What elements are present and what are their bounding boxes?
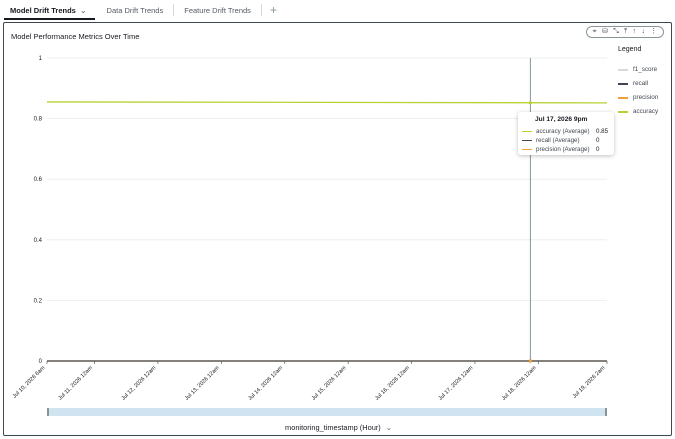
- legend-label: f1_score: [633, 66, 658, 73]
- hover-point-precision: [528, 359, 532, 363]
- x-axis-ticks: Jul 10, 2026 6am Jul 11, 2026 12am Jul 12,…: [12, 360, 608, 402]
- x-axis-field-well[interactable]: monitoring_timestamp (Hour) ⌄: [4, 423, 673, 432]
- x-tick-label: Jul 19, 2026 2am: [572, 365, 607, 400]
- y-tick-label: 0: [39, 359, 43, 365]
- x-tick-label: Jul 14, 2026 12am: [247, 365, 284, 402]
- legend-item-recall[interactable]: recall: [618, 80, 648, 87]
- tooltip-swatch: [522, 139, 532, 142]
- legend-swatch: [618, 68, 628, 71]
- tooltip-row: precision (Average) 0: [522, 146, 610, 153]
- tab-label: Model Drift Trends: [10, 5, 76, 15]
- tooltip-swatch: [522, 148, 532, 151]
- tab-feature-drift-trends[interactable]: Feature Drift Trends: [174, 0, 261, 20]
- y-tick-label: 0.6: [34, 177, 43, 183]
- add-sheet-button[interactable]: +: [262, 3, 285, 17]
- x-tick-label: Jul 18, 2026 12am: [501, 365, 538, 402]
- tab-data-drift-trends[interactable]: Data Drift Trends: [97, 0, 174, 20]
- x-tick-label: Jul 16, 2026 12am: [374, 365, 411, 402]
- legend-item-accuracy[interactable]: accuracy: [618, 108, 658, 115]
- tooltip-row: recall (Average) 0: [522, 137, 610, 144]
- tab-model-drift-trends[interactable]: Model Drift Trends ⌄: [0, 0, 97, 20]
- tooltip-row-value: 0: [596, 137, 600, 144]
- tab-label: Feature Drift Trends: [184, 5, 251, 15]
- line-chart-visual[interactable]: Model Performance Metrics Over Time ⌖ ⛁ …: [3, 22, 672, 436]
- series-line-accuracy: [46, 101, 608, 104]
- y-tick-label: 0.8: [34, 117, 43, 123]
- legend-swatch: [618, 96, 628, 99]
- x-tick-label: Jul 13, 2026 12am: [184, 365, 221, 402]
- chart-canvas: 0 0.2 0.4 0.6 0.8 1 Jul 10, 2026 6am Jul 11, 2…: [12, 56, 608, 402]
- x-tick-label: Jul 10, 2026 6am: [12, 365, 47, 400]
- tooltip-row-name: recall (Average): [536, 137, 580, 144]
- tooltip-header: Jul 17, 2026 9pm: [535, 116, 588, 123]
- legend-item-precision[interactable]: precision: [618, 94, 658, 101]
- y-tick-label: 0.2: [34, 298, 43, 304]
- tooltip-row-name: precision (Average): [536, 146, 590, 153]
- chart-range-scrollbar[interactable]: [47, 408, 607, 416]
- hover-point-accuracy: [528, 101, 532, 105]
- x-tick-label: Jul 12, 2026 12am: [121, 365, 158, 402]
- tooltip-row-value: 0.85: [596, 128, 609, 135]
- scroll-handle-left[interactable]: [47, 408, 49, 416]
- legend-label: recall: [633, 80, 649, 87]
- chart-tooltip: Jul 17, 2026 9pm accuracy (Average) 0.85…: [518, 112, 614, 155]
- tooltip-swatch: [522, 130, 532, 133]
- legend-item-f1-score[interactable]: f1_score: [618, 66, 657, 73]
- x-axis-title: monitoring_timestamp (Hour): [285, 423, 381, 432]
- chevron-down-icon[interactable]: ⌄: [386, 423, 392, 432]
- chevron-down-icon[interactable]: ⌄: [80, 6, 87, 15]
- y-axis-ticks: 0 0.2 0.4 0.6 0.8 1: [34, 56, 43, 365]
- legend-label: precision: [633, 94, 659, 101]
- y-tick-label: 1: [39, 56, 43, 62]
- x-tick-label: Jul 15, 2026 12am: [311, 365, 348, 402]
- legend-swatch: [618, 82, 628, 85]
- x-tick-label: Jul 17, 2026 12am: [438, 365, 475, 402]
- legend-title: Legend: [618, 46, 642, 53]
- tooltip-row-value: 0: [596, 146, 600, 153]
- tooltip-row-name: accuracy (Average): [536, 128, 590, 135]
- y-tick-label: 0.4: [34, 238, 43, 244]
- legend-swatch: [618, 110, 628, 113]
- legend-label: accuracy: [633, 108, 659, 115]
- tooltip-row: accuracy (Average) 0.85: [522, 128, 610, 135]
- scroll-handle-right[interactable]: [605, 408, 607, 416]
- sheet-tab-bar: Model Drift Trends ⌄ Data Drift Trends F…: [0, 0, 675, 20]
- tab-label: Data Drift Trends: [106, 5, 164, 15]
- x-tick-label: Jul 11, 2026 12am: [57, 365, 94, 402]
- chart-gridlines: [47, 57, 607, 362]
